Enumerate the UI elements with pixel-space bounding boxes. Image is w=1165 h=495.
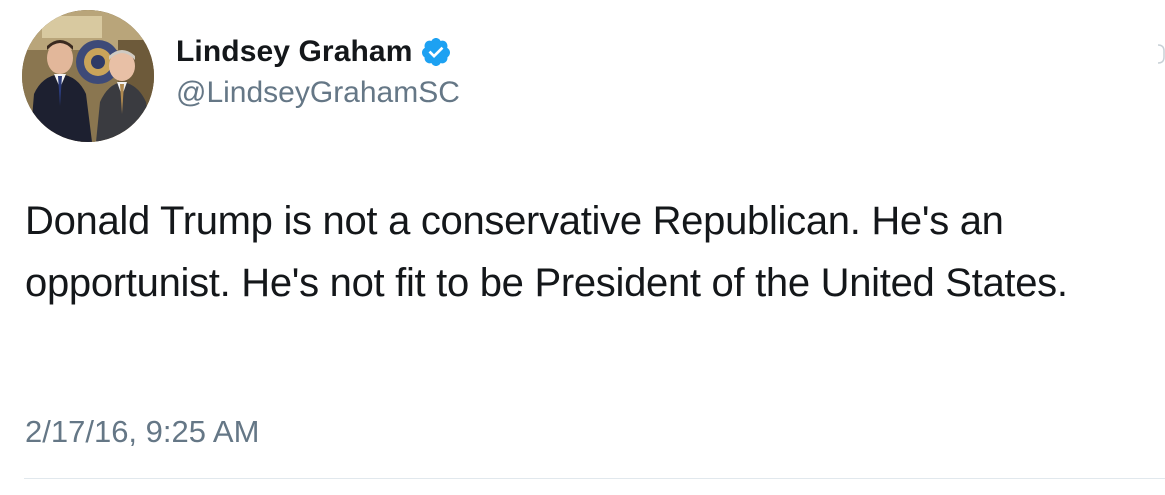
- verified-badge-icon: [420, 36, 452, 68]
- avatar[interactable]: [22, 10, 154, 142]
- display-name-row: Lindsey Graham: [176, 32, 460, 72]
- display-name[interactable]: Lindsey Graham: [176, 35, 412, 69]
- tweet-header: Lindsey Graham @LindseyGrahamSC: [22, 10, 460, 142]
- tweet-card: Lindsey Graham @LindseyGrahamSC Donald T…: [0, 0, 1165, 495]
- tweet-timestamp[interactable]: 2/17/16, 9:25 AM: [25, 414, 259, 450]
- author-names: Lindsey Graham @LindseyGrahamSC: [176, 32, 460, 110]
- tweet-text: Donald Trump is not a conservative Repub…: [25, 199, 1068, 305]
- author-handle[interactable]: @LindseyGrahamSC: [176, 76, 460, 110]
- divider: [24, 478, 1165, 479]
- follow-button-edge[interactable]: [1157, 44, 1165, 64]
